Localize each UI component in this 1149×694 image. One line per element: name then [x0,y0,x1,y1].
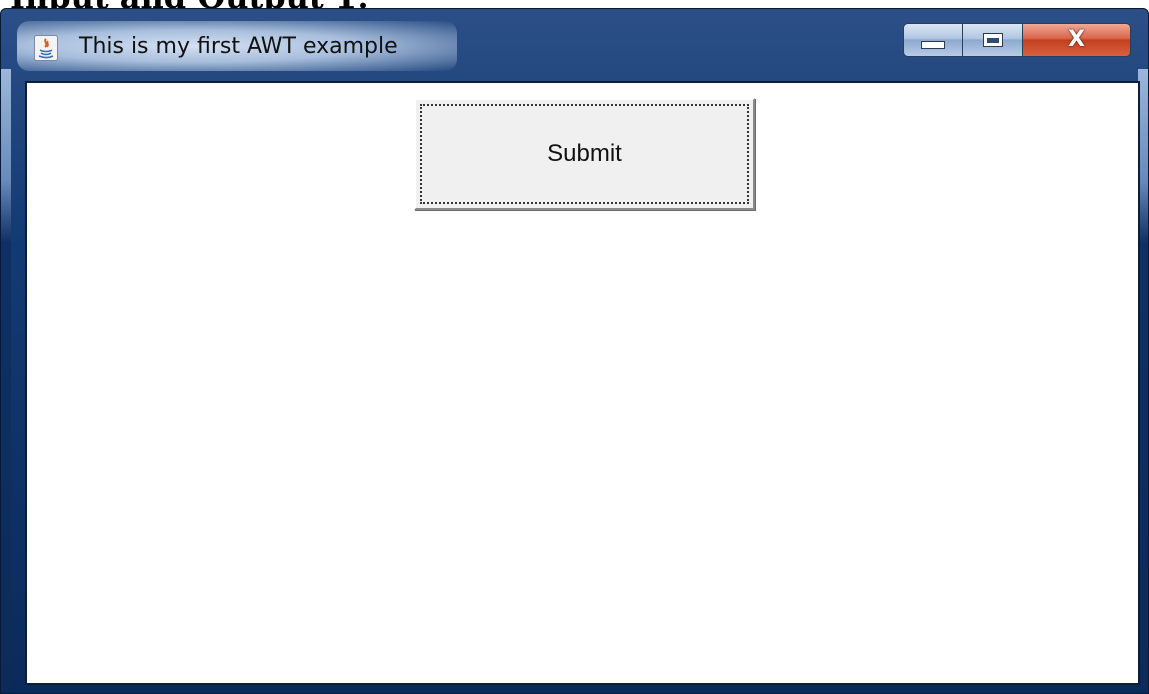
java-icon[interactable] [34,35,58,61]
window-titlebar[interactable]: This is my first AWT example X [1,9,1148,81]
minimize-button[interactable] [903,23,963,57]
window-frame-left [1,69,11,689]
close-icon: X [1068,27,1085,52]
submit-button[interactable]: Submit [414,98,755,210]
page: Input and Output 1: This is my first AWT… [0,0,1149,694]
window-title: This is my first AWT example [79,34,398,59]
maximize-button[interactable] [963,23,1023,57]
close-button[interactable]: X [1023,23,1131,57]
submit-button-label: Submit [547,140,622,167]
minimize-icon [921,41,945,49]
window-controls: X [903,23,1131,59]
maximize-icon [982,33,1003,47]
window-client-area: Submit [25,81,1140,685]
app-window: This is my first AWT example X Submit [0,8,1149,694]
